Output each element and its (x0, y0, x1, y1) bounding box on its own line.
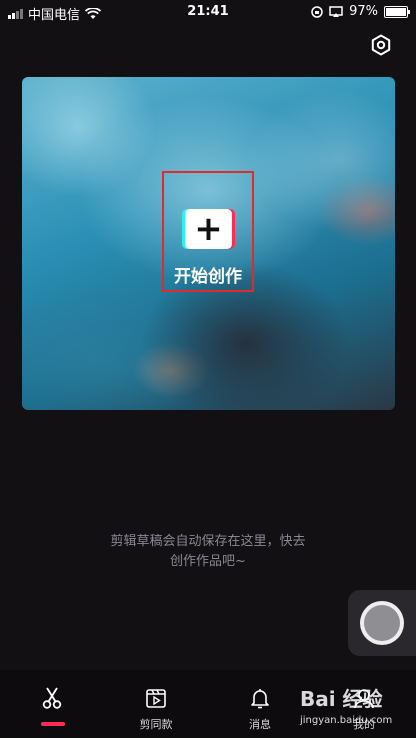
tab-messages[interactable]: 消息 (210, 670, 310, 738)
battery-icon (384, 5, 410, 18)
tab-label: 剪同款 (139, 718, 173, 731)
tab-templates[interactable]: 剪同款 (106, 670, 206, 738)
gear-icon (371, 34, 391, 56)
plus-icon[interactable]: + (185, 209, 232, 249)
rotation-lock-icon (311, 5, 323, 18)
scissors-icon (42, 687, 62, 709)
plus-symbol: + (194, 209, 223, 249)
battery-percent: 97% (349, 4, 378, 19)
hint-line-2: 创作作品吧~ (170, 554, 246, 569)
status-bar: 中国电信 21:41 97% (0, 0, 416, 24)
assistive-touch-button[interactable] (348, 590, 416, 656)
settings-button[interactable] (368, 32, 394, 58)
start-create-label[interactable]: 开始创作 (162, 262, 254, 287)
drafts-hint: 剪辑草稿会自动保存在这里，快去 创作作品吧~ (80, 532, 336, 572)
active-tab-indicator (41, 722, 65, 726)
watermark-main: Bai 经验 (300, 687, 383, 711)
template-play-icon (146, 689, 166, 708)
status-right: 97% (311, 4, 410, 19)
watermark-url: jingyan.baidu.com (300, 715, 393, 726)
tab-label: 消息 (249, 718, 271, 731)
bell-icon (251, 689, 269, 709)
hint-line-1: 剪辑草稿会自动保存在这里，快去 (110, 534, 306, 549)
baidu-jingyan-watermark: Bai 经验 jingyan.baidu.com (300, 683, 410, 733)
screen-mirroring-icon (329, 5, 343, 17)
tab-edit[interactable] (2, 670, 102, 738)
